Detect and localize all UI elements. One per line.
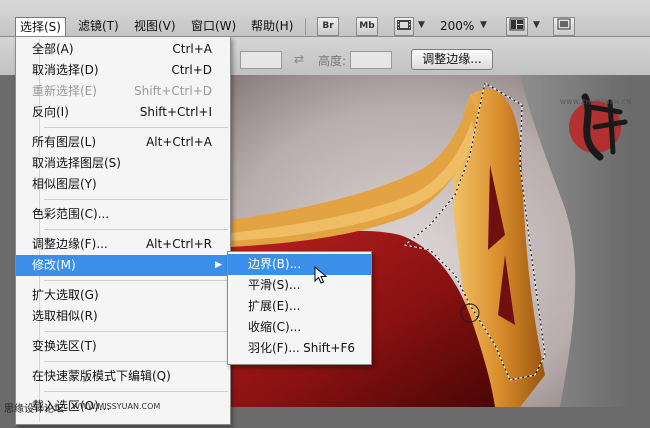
- menu-item-refine-edge[interactable]: 调整边缘(F)... Alt+Ctrl+R: [16, 234, 230, 255]
- menu-item-all[interactable]: 全部(A) Ctrl+A: [16, 39, 230, 60]
- chevron-down-icon[interactable]: ▼: [533, 20, 540, 30]
- select-menu: 全部(A) Ctrl+A 取消选择(D) Ctrl+D 重新选择(E) Shift+C…: [15, 36, 231, 425]
- mouse-pointer-icon: [314, 266, 328, 284]
- menu-item-color-range[interactable]: 色彩范围(C)...: [16, 204, 230, 225]
- arrange-documents-icon[interactable]: [506, 17, 528, 36]
- menu-item-grow[interactable]: 扩大选取(G): [16, 285, 230, 306]
- menu-item-deselect-layers[interactable]: 取消选择图层(S): [16, 153, 230, 174]
- seal-url: WWW.ZHUOSHEN.CN: [560, 99, 632, 106]
- height-label: 高度:: [318, 54, 347, 68]
- menu-item-border[interactable]: 边界(B)...: [228, 254, 371, 275]
- menu-bar: 选择(S) 滤镜(T) 视图(V) 窗口(W) 帮助(H) Br Mb ▼ 20…: [0, 0, 650, 37]
- menu-item-reselect: 重新选择(E) Shift+Ctrl+D: [32, 84, 212, 98]
- mini-bridge-button[interactable]: Mb: [356, 17, 378, 36]
- site-watermark: 思缘设计论坛: [4, 404, 64, 415]
- height-field[interactable]: [350, 51, 392, 69]
- menu-item-smooth[interactable]: 平滑(S)...: [228, 275, 371, 296]
- menu-item-modify[interactable]: 修改(M) ▶: [16, 255, 230, 276]
- bridge-button[interactable]: Br: [317, 17, 339, 36]
- menu-separator: [44, 361, 228, 362]
- menu-window[interactable]: 窗口(W): [187, 17, 240, 36]
- chevron-right-icon: ▶: [215, 260, 222, 270]
- menu-separator: [44, 199, 228, 200]
- separator: [305, 18, 306, 35]
- menu-item-transform-selection[interactable]: 变换选区(T): [16, 336, 230, 357]
- modify-submenu: 边界(B)... 平滑(S)... 扩展(E)... 收缩(C)... 羽化(F…: [227, 251, 372, 365]
- film-strip-icon[interactable]: [394, 17, 414, 36]
- menu-item-similar[interactable]: 选取相似(R): [16, 306, 230, 327]
- menu-help[interactable]: 帮助(H): [247, 17, 297, 36]
- menu-item-deselect[interactable]: 取消选择(D) Ctrl+D: [16, 60, 230, 81]
- menu-item-contract[interactable]: 收缩(C)...: [228, 317, 371, 338]
- menu-separator: [44, 229, 228, 230]
- screen-mode-icon[interactable]: [553, 17, 575, 36]
- menu-view[interactable]: 视图(V): [130, 17, 180, 36]
- chevron-down-icon[interactable]: ▼: [418, 20, 425, 30]
- width-field[interactable]: [240, 51, 282, 69]
- menu-item-expand[interactable]: 扩展(E)...: [228, 296, 371, 317]
- chevron-down-icon[interactable]: ▼: [480, 20, 487, 30]
- menu-separator: [44, 127, 228, 128]
- menu-filter[interactable]: 滤镜(T): [74, 17, 123, 36]
- menu-select[interactable]: 选择(S): [15, 17, 66, 36]
- menu-item-similar-layers[interactable]: 相似图层(Y): [16, 174, 230, 195]
- menu-item-quick-mask[interactable]: 在快速蒙版模式下编辑(Q): [16, 366, 230, 387]
- menu-separator: [44, 280, 228, 281]
- menu-item-all-layers[interactable]: 所有图层(L) Alt+Ctrl+A: [16, 132, 230, 153]
- menu-separator: [44, 391, 228, 392]
- refine-edge-button[interactable]: 调整边缘...: [411, 49, 493, 70]
- menu-item-feather[interactable]: 羽化(F)... Shift+F6: [228, 338, 371, 359]
- swap-icon[interactable]: ⇄: [294, 52, 304, 66]
- zoom-level[interactable]: 200%: [440, 17, 474, 36]
- menu-item-inverse[interactable]: 反向(I) Shift+Ctrl+I: [16, 102, 230, 123]
- menu-separator: [44, 331, 228, 332]
- site-url-watermark: WWW.MISSYUAN.COM: [72, 402, 161, 411]
